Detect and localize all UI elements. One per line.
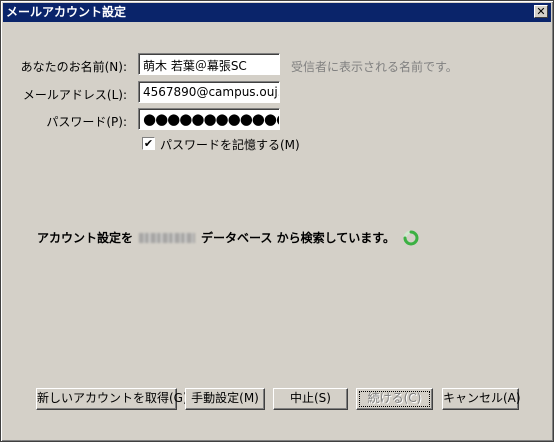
name-input[interactable]: 萌木 若葉＠幕張SC xyxy=(138,53,280,75)
close-icon[interactable]: ✕ xyxy=(534,5,548,18)
cancel-button[interactable]: キャンセル(A) xyxy=(442,388,521,410)
remember-password-label[interactable]: パスワードを記憶する(M) xyxy=(160,136,300,153)
password-input[interactable]: ●●●●●●●●●●●● xyxy=(138,108,280,130)
continue-button[interactable]: 続ける(C) xyxy=(356,388,433,410)
email-label: メールアドレス(L): xyxy=(22,88,127,102)
window-title: メールアカウント設定 xyxy=(6,5,127,19)
status-prefix: アカウント設定を xyxy=(37,231,134,245)
status-suffix: データベース から検索しています。 xyxy=(201,231,396,245)
name-label: あなたのお名前(N): xyxy=(20,60,127,74)
password-label: パスワード(P): xyxy=(46,115,127,129)
status-message: アカウント設定を データベース から検索しています。 xyxy=(37,229,419,246)
get-new-account-button[interactable]: 新しいアカウントを取得(G) xyxy=(36,388,188,410)
name-hint: 受信者に表示される名前です。 xyxy=(291,60,458,74)
stop-button[interactable]: 中止(S) xyxy=(273,388,348,410)
remember-password-checkbox[interactable]: ✔ xyxy=(142,137,155,150)
redacted-database-name xyxy=(139,232,196,243)
account-setup-dialog: メールアカウント設定 ✕ あなたのお名前(N): 萌木 若葉＠幕張SC 受信者に… xyxy=(0,0,554,442)
email-input[interactable]: 4567890@campus.ouj.ac.jp xyxy=(138,81,280,103)
loading-spinner-icon xyxy=(403,230,419,245)
manual-config-button[interactable]: 手動設定(M) xyxy=(185,388,265,410)
title-bar[interactable]: メールアカウント設定 ✕ xyxy=(3,3,551,22)
